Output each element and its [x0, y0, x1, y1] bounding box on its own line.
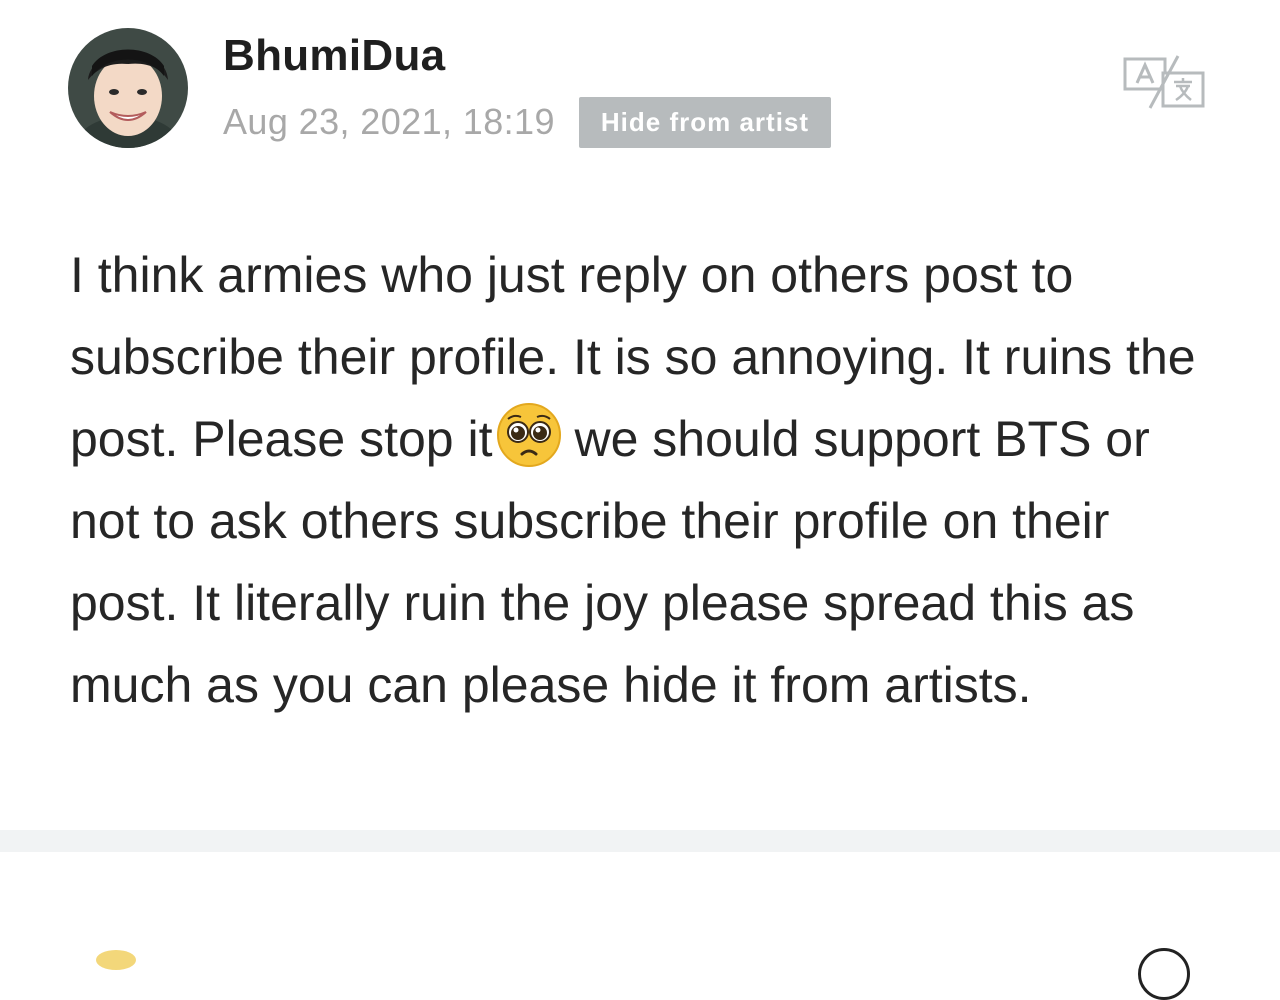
pleading-face-emoji — [496, 402, 562, 468]
post-body: I think armies who just reply on others … — [70, 234, 1230, 726]
section-divider — [0, 830, 1280, 852]
post-card: BhumiDua Aug 23, 2021, 18:19 Hide from a… — [0, 0, 1280, 830]
translate-button[interactable] — [1118, 52, 1210, 114]
next-post-action-icon[interactable] — [1138, 948, 1190, 1000]
post-timestamp: Aug 23, 2021, 18:19 — [223, 101, 555, 142]
next-post-card — [0, 852, 1280, 960]
post-meta: Aug 23, 2021, 18:19 Hide from artist — [223, 96, 832, 148]
translate-icon — [1123, 55, 1205, 109]
hide-from-artist-button[interactable]: Hide from artist — [578, 96, 832, 148]
username[interactable]: BhumiDua — [223, 30, 445, 82]
avatar-image — [68, 28, 188, 148]
next-post-avatar-edge — [96, 950, 136, 970]
avatar[interactable] — [68, 28, 188, 148]
